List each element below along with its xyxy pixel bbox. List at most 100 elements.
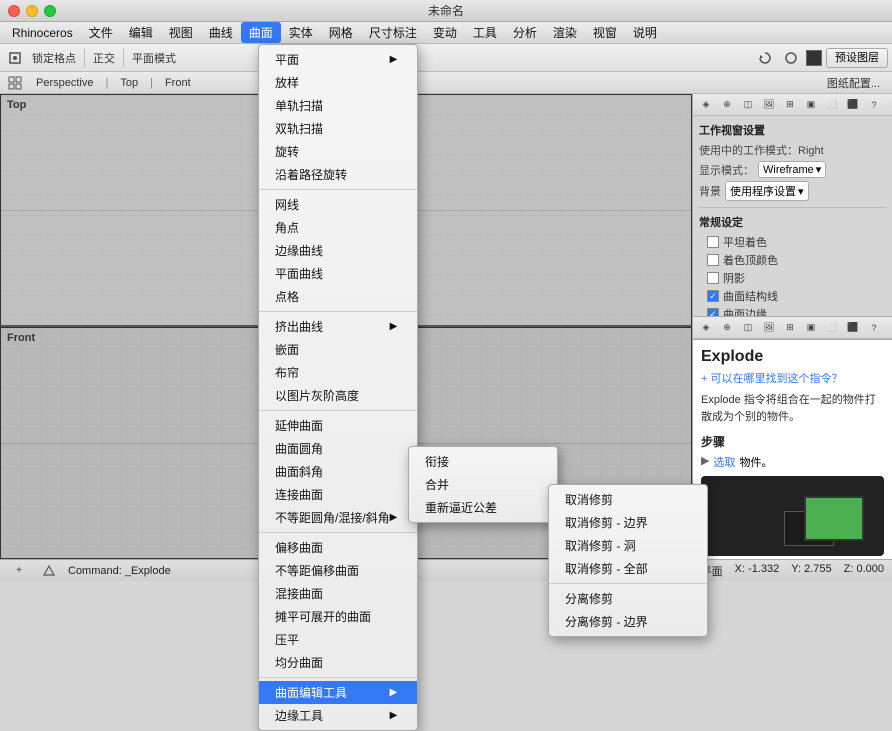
menu-edit[interactable]: 编辑 [121,22,161,43]
menu-chamfer[interactable]: 曲面斜角 [259,460,417,483]
menu-patch[interactable]: 嵌面 [259,338,417,361]
surface-edge-checkbox[interactable]: ✓ [707,308,719,316]
menu-double-sweep[interactable]: 双轨扫描 [259,117,417,140]
menu-revolve[interactable]: 旋转 [259,140,417,163]
panel-btn-6b[interactable]: ▣ [802,319,820,337]
menu-rhinoceros[interactable]: Rhinoceros [4,24,81,42]
submenu-rebuild[interactable]: 重新逼近公差 [409,496,557,519]
menu-offset[interactable]: 偏移曲面 [259,536,417,559]
panel-icon-5[interactable]: ⊞ [781,96,799,114]
panel-icon-4[interactable]: 🖼 [760,96,778,114]
submenu-untrim-hole[interactable]: 取消修剪 - 洞 [549,534,707,557]
menu-plane-curve[interactable]: 平面曲线 [259,262,417,285]
edit-tools-submenu[interactable]: 衔接 合并 重新逼近公差 [408,446,558,523]
surface-menu-dropdown[interactable]: 平面 ▶ 放样 单轨扫描 双轨扫描 旋转 沿着路径旋转 网线 角点 边缘曲线 平… [258,44,418,731]
preset-layer-btn[interactable]: 预设图层 [826,48,888,68]
cb-flat-shading: 平坦着色 [699,234,886,250]
menu-transform[interactable]: 变动 [425,22,465,43]
menu-plane[interactable]: 平面 ▶ [259,48,417,71]
menu-unroll[interactable]: 摊平可展开的曲面 [259,605,417,628]
menu-solid[interactable]: 实体 [281,22,321,43]
minimize-button[interactable] [26,5,38,17]
menu-single-sweep[interactable]: 单轨扫描 [259,94,417,117]
menu-blend[interactable]: 连接曲面 [259,483,417,506]
menu-edit-tools[interactable]: 曲面编辑工具 ▶ [259,681,417,704]
panel-question-btn[interactable]: ? [865,96,883,114]
menu-network[interactable]: 网线 [259,193,417,216]
status-add-btn[interactable]: + [8,560,30,582]
panel-btn-5b[interactable]: ⊞ [781,319,799,337]
cb-bg-color: 着色顶颜色 [699,252,886,268]
panel-icon-1[interactable]: ◈ [697,96,715,114]
menu-view[interactable]: 视图 [161,22,201,43]
status-icon-1[interactable] [38,560,60,582]
submenu-untrim-all[interactable]: 取消修剪 - 全部 [549,557,707,580]
submenu-untrim[interactable]: 取消修剪 [549,488,707,511]
menu-extrude-curve[interactable]: 挤出曲线 ▶ [259,315,417,338]
menu-edge-tools[interactable]: 边缘工具 ▶ [259,704,417,727]
menu-analyze[interactable]: 分析 [505,22,545,43]
panel-icon-2[interactable]: ⊕ [718,96,736,114]
menu-blend-surface[interactable]: 混接曲面 [259,582,417,605]
color-swatch[interactable] [806,50,822,66]
flat-shading-checkbox[interactable] [707,236,719,248]
panel-question-btn-b[interactable]: ? [865,319,883,337]
submenu-merge[interactable]: 合并 [409,473,557,496]
panel-icon-6[interactable]: ▣ [802,96,820,114]
step-link[interactable]: 选取 [713,454,735,470]
menu-variable-offset[interactable]: 不等距偏移曲面 [259,559,417,582]
submenu-fillet[interactable]: 衔接 [409,450,557,473]
menu-height-field[interactable]: 以图片灰阶高度 [259,384,417,407]
help-find-link[interactable]: + 可以在哪里找到这个指令？ [701,370,884,386]
menu-variable-fillet[interactable]: 不等距圆角/混接/斜角 ▶ [259,506,417,529]
menu-mesh[interactable]: 网格 [321,22,361,43]
panel-btn-4b[interactable]: 🖼 [760,319,778,337]
menu-flatten[interactable]: 压平 [259,628,417,651]
panel-btn-7b[interactable]: ⬜ [823,319,841,337]
vp-perspective-tab[interactable]: Perspective [30,76,99,90]
menu-corner[interactable]: 角点 [259,216,417,239]
page-layout-btn[interactable]: 图纸配置... [827,75,888,91]
menu-path-revolve[interactable]: 沿着路径旋转 [259,163,417,186]
menu-loft[interactable]: 放样 [259,71,417,94]
close-button[interactable] [8,5,20,17]
submenu-untrim-edge[interactable]: 取消修剪 - 边界 [549,511,707,534]
maximize-button[interactable] [44,5,56,17]
menu-help[interactable]: 说明 [625,22,665,43]
vp-top-tab[interactable]: Top [114,76,144,90]
panel-btn-8b[interactable]: ⬛ [844,319,862,337]
menu-scene[interactable]: 视窗 [585,22,625,43]
menu-render[interactable]: 渲染 [545,22,585,43]
snap-toolbar-btn[interactable] [4,47,26,69]
menu-dimension[interactable]: 尺寸标注 [361,22,425,43]
menu-tools[interactable]: 工具 [465,22,505,43]
shadow-checkbox[interactable] [707,272,719,284]
rotate-icon[interactable] [754,47,776,69]
new-viewport-btn[interactable] [4,72,26,94]
background-dropdown[interactable]: 使用程序设置 ▾ [725,181,809,201]
display-mode-dropdown[interactable]: Wireframe ▾ [758,161,826,178]
menu-edge-curve[interactable]: 边缘曲线 [259,239,417,262]
panel-btn-1b[interactable]: ◈ [697,319,715,337]
menu-fillet[interactable]: 曲面圆角 [259,437,417,460]
panel-icon-8[interactable]: ⬛ [844,96,862,114]
submenu-split-edge[interactable]: 分离修剪 - 边界 [549,610,707,633]
step-arrow: ▶ [701,454,709,467]
menu-curve[interactable]: 曲线 [201,22,241,43]
circle-icon[interactable] [780,47,802,69]
panel-btn-3b[interactable]: ◫ [739,319,757,337]
menu-point-grid[interactable]: 点格 [259,285,417,308]
menu-cloth[interactable]: 布帘 [259,361,417,384]
panel-icon-3[interactable]: ◫ [739,96,757,114]
menu-surface[interactable]: 曲面 [241,22,281,43]
vp-front-tab[interactable]: Front [159,76,197,90]
panel-btn-2b[interactable]: ⊕ [718,319,736,337]
bg-color-checkbox[interactable] [707,254,719,266]
submenu-split[interactable]: 分离修剪 [549,587,707,610]
surface-edges-checkbox[interactable]: ✓ [707,290,719,302]
menu-merge[interactable]: 均分曲面 [259,651,417,674]
menu-file[interactable]: 文件 [81,22,121,43]
menu-extend[interactable]: 延伸曲面 [259,414,417,437]
trim-submenu[interactable]: 取消修剪 取消修剪 - 边界 取消修剪 - 洞 取消修剪 - 全部 分离修剪 分… [548,484,708,637]
panel-icon-7[interactable]: ⬜ [823,96,841,114]
